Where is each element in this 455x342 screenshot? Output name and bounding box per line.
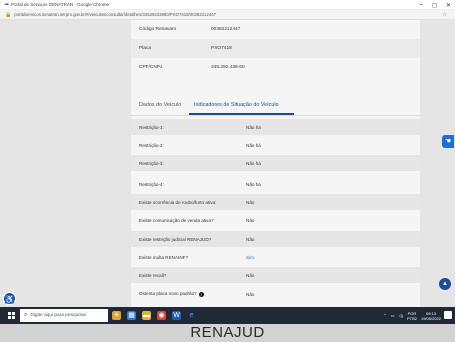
indicator-label: Restrição-2: bbox=[139, 142, 164, 148]
info-row-cpf-cnpj: CPF/CNPJ 345.292.438-60 bbox=[131, 58, 420, 77]
keyboard-layout: PTB2 bbox=[406, 315, 417, 321]
folder-icon[interactable]: ▬ bbox=[142, 311, 151, 320]
language-indicator[interactable]: POR PTB2 bbox=[407, 311, 417, 321]
hand-pointer-icon[interactable]: ☚ bbox=[442, 135, 454, 148]
windows-start-icon[interactable] bbox=[8, 312, 15, 319]
indicator-value: Não bbox=[246, 217, 255, 223]
image-caption: RENAJUD bbox=[0, 324, 455, 342]
indicator-label: Existe comunicação de venda ativa? bbox=[139, 217, 214, 223]
window-title: Portal de Serviços DENATRAN - Google Chr… bbox=[11, 2, 109, 7]
indicator-value: Não há bbox=[246, 181, 261, 187]
indicator-row: Restrição-3: Não há bbox=[131, 155, 420, 171]
browser-title-bar: ☁ Portal de Serviços DENATRAN - Google C… bbox=[0, 0, 455, 10]
site-favicon-icon: ☁ bbox=[4, 1, 9, 7]
info-value: 345.292.438-60 bbox=[211, 65, 245, 70]
edge-icon[interactable]: e bbox=[187, 311, 196, 320]
indicator-label: Restrição-4: bbox=[139, 181, 164, 187]
chevron-up-icon[interactable]: ▲ bbox=[439, 278, 451, 290]
indicator-value: Não há bbox=[246, 142, 261, 148]
indicator-label: Ostenta placa novo padrão?! bbox=[139, 291, 204, 297]
tab-dados-do-veiculo[interactable]: Dados do Veículo bbox=[139, 102, 181, 108]
indicator-label: Existe recall? bbox=[139, 272, 167, 278]
notification-icon[interactable] bbox=[444, 311, 452, 319]
tab-indicadores-situacao[interactable]: Indicadores de Situação do Veículo bbox=[194, 102, 279, 108]
indicator-row: Existe restrição judicial RENAJUD? Não bbox=[131, 231, 420, 247]
search-placeholder: Digite aqui para pesquisar bbox=[30, 313, 87, 318]
taskbar-search-input[interactable]: ⌕ Digite aqui para pesquisar bbox=[20, 309, 108, 322]
indicator-value: Não bbox=[246, 291, 255, 297]
network-icon[interactable]: ▭ bbox=[391, 313, 395, 318]
info-icon[interactable]: ! bbox=[198, 291, 204, 297]
clock[interactable]: 09:13 19/05/2022 bbox=[421, 311, 441, 321]
chrome-icon[interactable]: ◉ bbox=[157, 311, 166, 320]
app-icon-weather[interactable]: ☀ bbox=[112, 311, 121, 320]
indicator-label: Existe ocorrência de roubo/furto ativa: bbox=[139, 199, 217, 205]
indicator-label: Restrição-3: bbox=[139, 160, 164, 166]
indicator-row: Ostenta placa novo padrão?! Não bbox=[131, 286, 420, 302]
info-value: PXO7418 bbox=[211, 46, 232, 51]
active-tab-indicator bbox=[189, 113, 294, 115]
windows-taskbar: ⌕ Digite aqui para pesquisar ☀ ▦ ▬ ◉ W e… bbox=[0, 307, 455, 324]
minimize-button[interactable]: – bbox=[420, 2, 423, 8]
indicator-value-link[interactable]: Sim bbox=[246, 255, 254, 260]
search-icon: ⌕ bbox=[24, 312, 28, 318]
indicator-value: Não há bbox=[246, 160, 261, 166]
indicator-row: Restrição-4: Não há bbox=[131, 176, 420, 192]
accessibility-icon[interactable]: ♿ bbox=[3, 292, 16, 305]
indicator-label: Existe multa RENAINF? bbox=[139, 254, 189, 260]
indicator-row: Restrição-1: Não há bbox=[131, 119, 420, 135]
indicator-row: Existe ocorrência de roubo/furto ativa: … bbox=[131, 194, 420, 210]
close-button[interactable]: ✕ bbox=[446, 2, 451, 9]
pinned-apps: ☀ ▦ ▬ ◉ W e bbox=[112, 309, 196, 322]
restore-button[interactable]: ◻ bbox=[432, 2, 437, 9]
indicator-row: Existe multa RENAINF? Sim bbox=[131, 249, 420, 265]
address-bar[interactable]: 🔒 portalservicos.senatran.serpro.gov.br/… bbox=[0, 10, 455, 20]
word-icon[interactable]: W bbox=[172, 311, 181, 320]
info-label: Placa bbox=[139, 46, 151, 51]
indicator-label-text: Ostenta placa novo padrão? bbox=[139, 291, 197, 297]
url-text[interactable]: portalservicos.senatran.serpro.gov.br/#/… bbox=[14, 12, 216, 17]
indicator-label: Restrição-1: bbox=[139, 124, 164, 130]
lock-icon[interactable]: 🔒 bbox=[5, 12, 11, 18]
details-tabs: Dados do Veículo Indicadores de Situação… bbox=[131, 99, 420, 116]
vehicle-details-panel: Código Renavam 00382212447 Placa PXO7418… bbox=[131, 20, 420, 307]
info-label: CPF/CNPJ bbox=[139, 65, 163, 70]
info-value: 00382212447 bbox=[211, 27, 241, 32]
bookmark-star-icon[interactable]: ☆ bbox=[442, 11, 447, 18]
indicator-value: Não há bbox=[246, 124, 261, 130]
indicator-value: Não bbox=[246, 236, 255, 242]
volume-icon[interactable]: ◁) bbox=[399, 313, 403, 318]
indicator-row: Existe comunicação de venda ativa? Não bbox=[131, 212, 420, 228]
file-explorer-icon[interactable]: ▦ bbox=[127, 311, 136, 320]
info-row-placa: Placa PXO7418 bbox=[131, 39, 420, 58]
system-tray: ⌃ ▭ ◁) POR PTB2 09:13 19/05/2022 bbox=[383, 309, 441, 322]
indicator-row: Restrição-2: Não há bbox=[131, 137, 420, 153]
tray-chevron-up-icon[interactable]: ⌃ bbox=[383, 313, 386, 318]
info-label: Código Renavam bbox=[139, 27, 177, 32]
indicator-value: Não bbox=[246, 199, 255, 205]
window-controls: – ◻ ✕ bbox=[420, 0, 451, 10]
indicator-row: Existe recall? Não bbox=[131, 267, 420, 283]
page-viewport: Código Renavam 00382212447 Placa PXO7418… bbox=[0, 20, 455, 307]
info-row-renavam: Código Renavam 00382212447 bbox=[131, 20, 420, 39]
indicator-value: Não bbox=[246, 272, 255, 278]
clock-date: 19/05/2022 bbox=[420, 315, 441, 321]
indicator-label: Existe restrição judicial RENAJUD? bbox=[139, 236, 212, 242]
